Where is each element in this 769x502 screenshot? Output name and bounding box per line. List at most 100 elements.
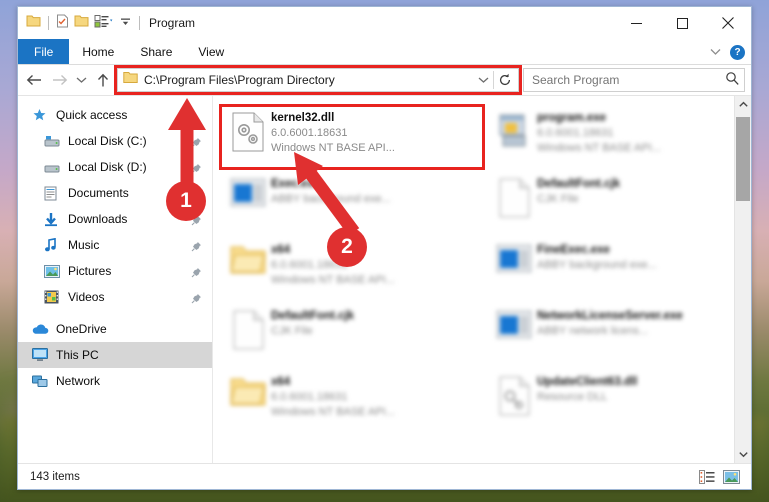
downloads-icon xyxy=(44,212,64,227)
file-name: DefaultFont.cjk xyxy=(271,310,355,322)
minimize-button[interactable] xyxy=(613,7,659,39)
file-version: 6.0.6001.18631 xyxy=(537,127,614,139)
file-meta: kernel32.dll 6.0.6001.18631 Windows NT B… xyxy=(271,108,395,156)
sidebar-item-onedrive[interactable]: OneDrive xyxy=(18,316,212,342)
file-meta: Exec.exe ABBY background exe... xyxy=(271,174,391,207)
file-meta: UpdateClient63.dll Resource DLL xyxy=(537,372,637,405)
file-name: kernel32.dll xyxy=(271,112,335,124)
file-tile-kernel32[interactable]: kernel32.dll 6.0.6001.18631 Windows NT B… xyxy=(219,104,485,170)
pin-icon[interactable] xyxy=(191,135,202,153)
file-type: CJK File xyxy=(271,325,313,337)
vertical-scrollbar[interactable] xyxy=(734,96,751,463)
sidebar-label: Downloads xyxy=(68,212,128,226)
pin-icon[interactable] xyxy=(191,161,202,179)
file-list-pane: kernel32.dll 6.0.6001.18631 Windows NT B… xyxy=(213,96,751,463)
sidebar-item-network[interactable]: Network xyxy=(18,368,212,394)
address-bar-wrapper: C:\Program Files\Program Directory xyxy=(114,65,522,95)
file-tile-defaultfont-cjk-2[interactable]: DefaultFont.cjk CJK File xyxy=(219,302,485,368)
item-count-label: 143 items xyxy=(30,470,80,483)
file-description: Windows NT BASE API... xyxy=(271,406,395,418)
folder-icon xyxy=(225,240,271,276)
sidebar-item-music[interactable]: Music xyxy=(18,232,212,258)
tab-share[interactable]: Share xyxy=(127,39,185,64)
file-meta: DefaultFont.cjk CJK File xyxy=(271,306,354,339)
file-tile-x64-2[interactable]: x64 6.0.6001.18631 Windows NT BASE API..… xyxy=(219,368,485,434)
tab-file[interactable]: File xyxy=(18,39,70,64)
file-version: 6.0.6001.18631 xyxy=(271,127,348,139)
search-icon[interactable] xyxy=(725,71,739,90)
tab-home[interactable]: Home xyxy=(69,39,127,64)
sidebar-item-local-disk-d[interactable]: Local Disk (D:) xyxy=(18,154,212,180)
file-name: UpdateClient63.dll xyxy=(537,376,638,388)
window-title: Program xyxy=(149,16,196,30)
qat-separator xyxy=(48,16,49,30)
address-bar-highlight xyxy=(114,65,522,95)
up-level-button[interactable] xyxy=(90,68,115,92)
scrollbar-thumb[interactable] xyxy=(736,117,750,201)
details-view-button[interactable] xyxy=(695,467,719,487)
pin-icon[interactable] xyxy=(191,265,202,283)
file-type: Resource DLL xyxy=(537,391,608,403)
pin-icon[interactable] xyxy=(191,239,202,257)
file-tile-fineexec-exe[interactable]: FineExec.exe ABBY background exe... xyxy=(485,236,751,302)
file-tile-exec-exe[interactable]: Exec.exe ABBY background exe... xyxy=(219,170,485,236)
properties-icon[interactable] xyxy=(56,14,69,33)
sidebar-item-local-disk-c[interactable]: Local Disk (C:) xyxy=(18,128,212,154)
file-description: ABBY background exe... xyxy=(537,259,657,271)
file-name: x64 xyxy=(271,376,291,388)
file-meta: program.exe 6.0.6001.18631 Windows NT BA… xyxy=(537,108,661,156)
sidebar-label: OneDrive xyxy=(56,322,107,336)
network-icon xyxy=(32,374,52,388)
scroll-down-icon[interactable] xyxy=(735,446,751,463)
file-meta: NetworkLicenseServer.exe ABBY network li… xyxy=(537,306,683,339)
quick-access-toolbar xyxy=(18,14,142,33)
chevron-down-icon[interactable] xyxy=(710,43,721,61)
blank-doc-icon xyxy=(491,174,537,218)
drive-icon xyxy=(44,161,64,174)
file-tile-updateclient63-dll[interactable]: UpdateClient63.dll Resource DLL xyxy=(485,368,751,434)
sidebar-item-videos[interactable]: Videos xyxy=(18,284,212,310)
large-icons-view-button[interactable] xyxy=(719,467,743,487)
maximize-button[interactable] xyxy=(659,7,705,39)
pin-icon[interactable] xyxy=(191,291,202,309)
app-blue-icon xyxy=(225,174,271,208)
annotation-badge-2: 2 xyxy=(327,227,367,267)
cloud-icon xyxy=(32,323,52,335)
monitor-icon xyxy=(32,348,52,362)
videos-icon xyxy=(44,290,64,304)
help-icon[interactable]: ? xyxy=(730,44,745,60)
file-name: program.exe xyxy=(537,112,607,124)
explorer-body: Quick access Local Disk (C:) Local Disk … xyxy=(18,95,751,463)
qat-separator-2 xyxy=(139,16,140,30)
search-input[interactable] xyxy=(532,73,725,87)
sidebar-label: Pictures xyxy=(68,264,112,278)
status-bar: 143 items xyxy=(18,463,751,489)
file-tile-networklicenseserver-exe[interactable]: NetworkLicenseServer.exe ABBY network li… xyxy=(485,302,751,368)
file-meta: FineExec.exe ABBY background exe... xyxy=(537,240,657,273)
tab-view[interactable]: View xyxy=(185,39,237,64)
file-type: CJK File xyxy=(537,193,579,205)
recent-locations-button[interactable] xyxy=(72,68,90,92)
customize-qat-icon[interactable] xyxy=(119,14,132,33)
folder-icon[interactable] xyxy=(26,14,41,33)
view-options-icon[interactable] xyxy=(94,14,114,33)
search-box[interactable] xyxy=(523,68,745,92)
forward-button[interactable] xyxy=(47,68,72,92)
scrollbar-track[interactable] xyxy=(735,113,751,446)
ribbon-right-controls: ? xyxy=(710,39,745,65)
dll-search-icon xyxy=(491,372,537,416)
documents-icon xyxy=(44,186,64,201)
file-tile-program-exe[interactable]: program.exe 6.0.6001.18631 Windows NT BA… xyxy=(485,104,751,170)
sidebar-label: This PC xyxy=(56,348,99,362)
sidebar-item-pictures[interactable]: Pictures xyxy=(18,258,212,284)
file-tile-defaultfont-cjk-1[interactable]: DefaultFont.cjk CJK File xyxy=(485,170,751,236)
file-description: Windows NT BASE API... xyxy=(537,142,661,154)
ribbon-tab-bar: File Home Share View ? xyxy=(18,39,751,65)
close-button[interactable] xyxy=(705,7,751,39)
sidebar-item-quick-access[interactable]: Quick access xyxy=(18,102,212,128)
sidebar-item-this-pc[interactable]: This PC xyxy=(18,342,212,368)
back-button[interactable] xyxy=(22,68,47,92)
sidebar-label: Local Disk (D:) xyxy=(68,160,147,174)
scroll-up-icon[interactable] xyxy=(735,96,751,113)
new-folder-icon[interactable] xyxy=(74,14,89,33)
